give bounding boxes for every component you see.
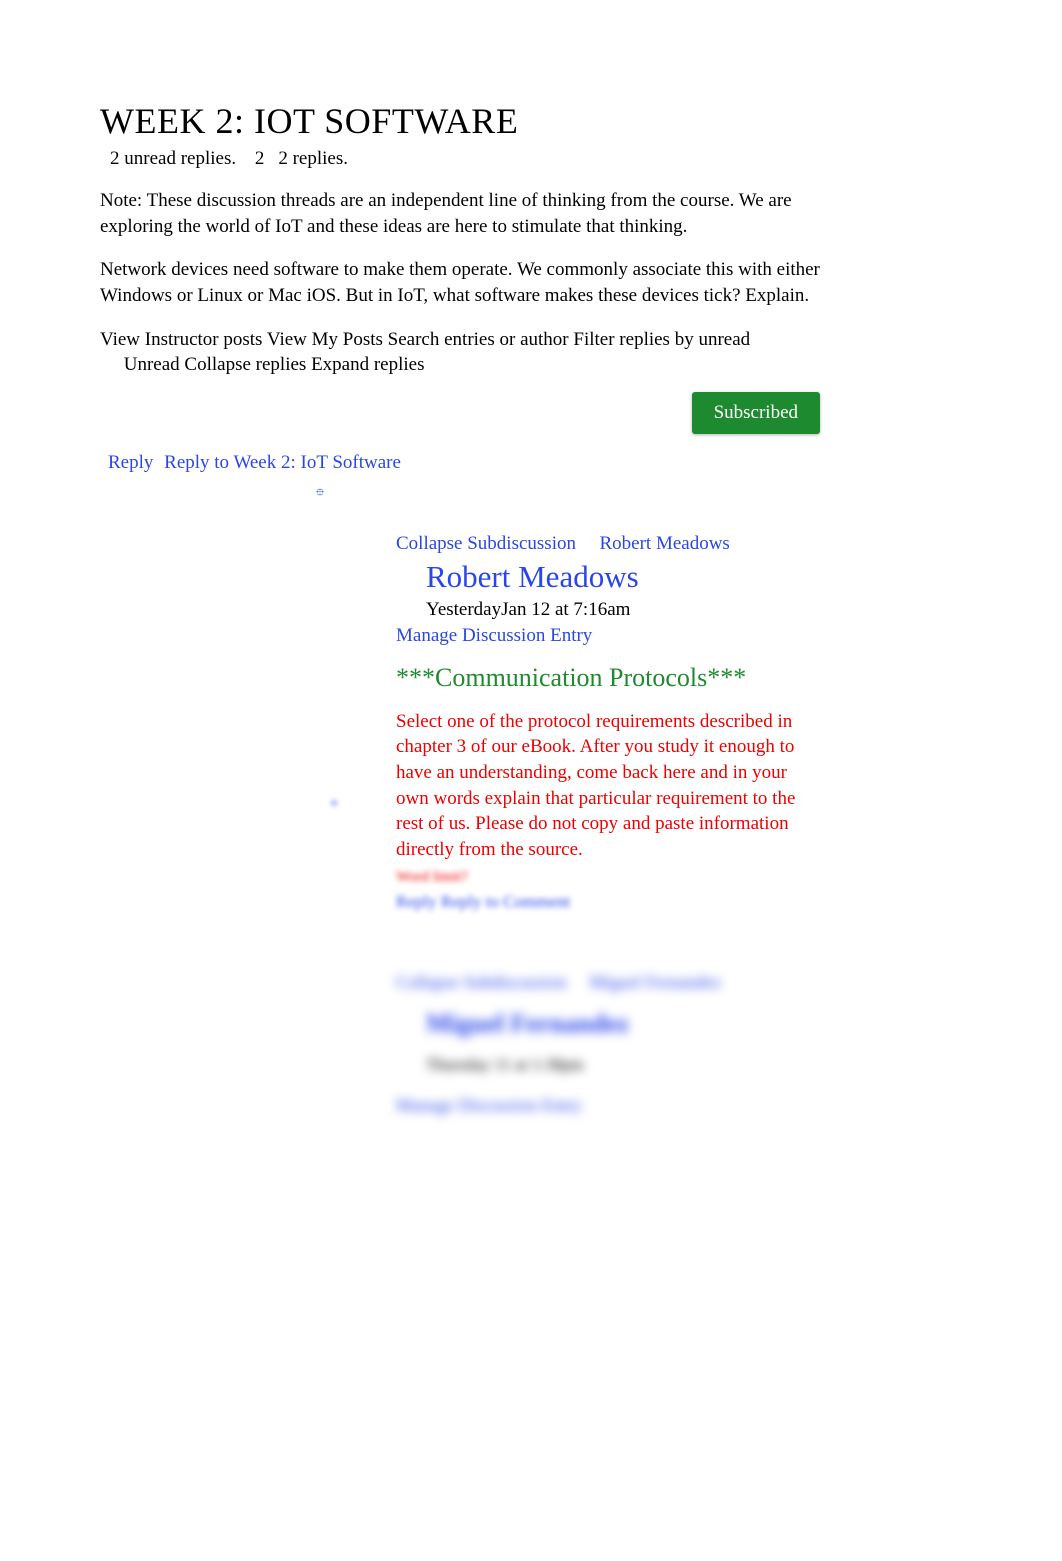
reply-button[interactable]: Reply <box>108 452 153 473</box>
replies-count: 22 replies. <box>255 148 362 169</box>
discussion-post: Collapse Subdiscussion Robert Meadows Ro… <box>396 533 796 912</box>
manage-entry[interactable]: Manage Discussion Entry <box>396 1095 582 1115</box>
expand-replies[interactable]: Expand replies <box>311 354 424 375</box>
post-body: Select one of the protocol requirements … <box>396 709 796 863</box>
collapse-replies[interactable]: Collapse replies <box>184 354 306 375</box>
expand-icon[interactable]: ⯐ <box>100 484 540 503</box>
post-timestamp: Thursday 11 at 1:38pm <box>426 1055 796 1075</box>
manage-entry[interactable]: Manage Discussion Entry <box>396 625 592 646</box>
search-entries[interactable]: Search entries or author <box>388 329 569 350</box>
view-instructor-posts[interactable]: View Instructor posts <box>100 329 262 350</box>
reply-to-comment[interactable]: Reply to Comment <box>441 892 570 911</box>
view-my-posts[interactable]: View My Posts <box>267 329 383 350</box>
thread-icon[interactable]: ⯐ <box>330 795 338 814</box>
post-author[interactable]: Robert Meadows <box>426 559 796 595</box>
post-timestamp: YesterdayJan 12 at 7:16am <box>426 599 796 621</box>
unread-toggle[interactable]: Unread <box>124 354 180 375</box>
author-link[interactable]: Robert Meadows <box>599 533 729 554</box>
reply-stats: 2 unread replies. 22 replies. <box>110 148 820 170</box>
post-author[interactable]: Miguel Fernandez <box>426 1009 796 1039</box>
collapse-subdiscussion[interactable]: Collapse Subdiscussion <box>396 972 567 992</box>
main-reply-line: Reply Reply to Week 2: IoT Software <box>108 452 820 474</box>
author-link[interactable]: Miguel Fernandez <box>590 972 721 992</box>
toolbar: View Instructor posts View My Posts Sear… <box>100 327 820 378</box>
subscribed-button[interactable]: Subscribed <box>692 392 820 434</box>
reply-button[interactable]: Reply <box>396 892 437 911</box>
discussion-post-blurred: Collapse Subdiscussion Miguel Fernandez … <box>396 972 796 1116</box>
discussion-prompt: Network devices need software to make th… <box>100 257 820 308</box>
word-limit: Word limit? <box>396 869 796 886</box>
collapse-subdiscussion[interactable]: Collapse Subdiscussion <box>396 533 576 554</box>
discussion-note: Note: These discussion threads are an in… <box>100 188 820 239</box>
filter-unread[interactable]: Filter replies by unread <box>573 329 750 350</box>
page-title: WEEK 2: IOT SOFTWARE <box>100 100 820 142</box>
post-title: ***Communication Protocols*** <box>396 663 796 693</box>
reply-to-topic[interactable]: Reply to Week 2: IoT Software <box>164 452 401 473</box>
unread-replies: 2 unread replies. <box>110 148 236 169</box>
